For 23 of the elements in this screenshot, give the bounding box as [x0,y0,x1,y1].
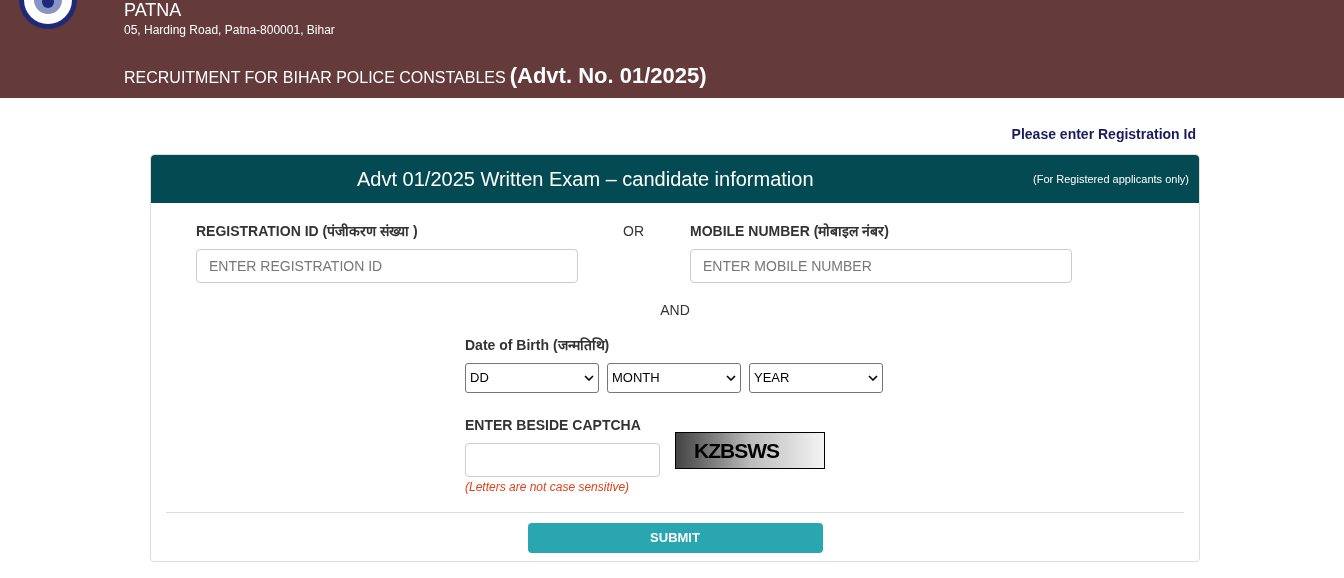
and-text: AND [660,301,690,320]
notice-text: Please enter Registration Id [1011,125,1196,144]
date-select[interactable]: YEAR [749,363,883,393]
captcha-hint: (Letters are not case sensitive) [465,479,631,496]
chevron-icon [868,375,878,381]
chevron-icon [584,375,594,381]
city-title: PATNA [124,0,183,20]
date-select[interactable]: DD [465,363,599,393]
dob-label: Date of Birth (जन्मतिथि) [465,336,611,355]
registration-field[interactable]: ENTER REGISTRATION ID [196,249,578,283]
mobile-field[interactable]: ENTER MOBILE NUMBER [690,249,1072,283]
captcha-field[interactable] [465,443,660,477]
chevron-icon [726,375,736,381]
recruitment-title: RECRUITMENT FOR BIHAR POLICE CONSTABLES (Advt. No. 01/2025) [124,62,707,90]
field-label: REGISTRATION ID (पंजीकरण संख्या ) [196,222,419,241]
date-select[interactable]: MONTH [607,363,741,393]
address-text: 05, Harding Road, Patna-800001, Bihar [124,22,336,39]
field-label: MOBILE NUMBER (मोबाइल नंबर) [690,222,890,241]
captcha-image: KZBSWS [675,432,825,469]
or-text: OR [623,222,645,241]
card-title: Advt 01/2025 Written Exam – candidate information [357,167,814,192]
captcha-label: ENTER BESIDE CAPTCHA [465,416,642,435]
card-note: (For Registered applicants only) [1033,171,1189,187]
